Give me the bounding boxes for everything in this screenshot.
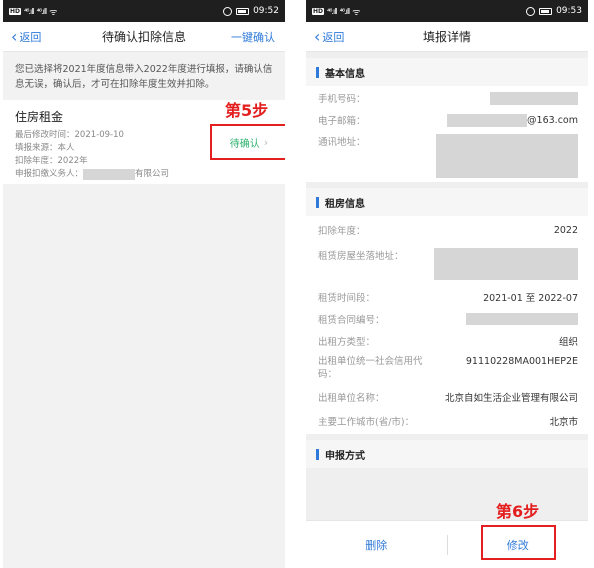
chevron-left-icon: ‹: [11, 27, 18, 46]
contract-row: 租赁合同编号：: [318, 308, 578, 330]
city-label: 主要工作城市(省/市)：: [318, 417, 415, 428]
card-row-withholder: 申报扣缴义务人： 有限公司: [15, 168, 273, 181]
page-title: 填报详情: [422, 30, 471, 44]
alarm-icon: [526, 6, 536, 16]
lessor-type-label: 出租方类型：: [318, 337, 376, 348]
location-row: 租赁房屋坐落地址：: [318, 244, 578, 286]
status-time: 09:52: [253, 6, 279, 16]
status-bar: HD ⁴⁶.ıll ⁴⁶.ıll ᯤ 09:52: [3, 0, 285, 22]
redacted-address: [436, 134, 578, 178]
hd-icon: HD: [312, 7, 325, 15]
redacted-email: [447, 113, 528, 127]
delete-button[interactable]: 删除: [306, 537, 447, 553]
rental-info-body: 扣除年度： 2022 租赁房屋坐落地址： 租赁时间段： 2021-01 至 20…: [306, 216, 588, 434]
city-value: 北京市: [549, 417, 578, 428]
right-phone-screen: HD ⁴⁶.ıll ⁴⁶.ıll ᯤ 09:53 ‹ 返回 填报详情 基本信息 …: [306, 0, 588, 568]
section-title: 申报方式: [325, 450, 365, 462]
nav-bar: ‹ 返回 填报详情: [306, 22, 588, 52]
year-row: 扣除年度： 2022: [318, 216, 578, 244]
section-title: 基本信息: [325, 68, 365, 80]
section-basic-info: 基本信息: [306, 58, 588, 86]
period-row: 租赁时间段： 2021-01 至 2022-07: [318, 286, 578, 308]
signal-icon: ⁴⁶.ıll: [327, 6, 338, 16]
address-label: 通讯地址：: [318, 137, 366, 148]
lessor-type-row: 出租方类型： 组织: [318, 330, 578, 352]
lessor-type-value: 组织: [558, 337, 578, 348]
hd-icon: HD: [9, 7, 22, 15]
withholder-label: 申报扣缴义务人：: [15, 169, 84, 179]
credit-code-label: 出租单位统一社会信用代码：: [318, 356, 423, 380]
left-phone-screen: HD ⁴⁶.ıll ⁴⁶.ıll ᯤ 09:52 ‹ 返回 待确认扣除信息 一键…: [3, 0, 285, 568]
section-rental-info: 租房信息: [306, 188, 588, 216]
credit-code-value: 91110228MA001HEP2E: [465, 356, 578, 367]
lessor-name-row: 出租单位名称： 北京自如生活企业管理有限公司: [318, 386, 578, 408]
battery-icon: [236, 7, 250, 15]
notice-text: 您已选择将2021年度信息带入2022年度进行填报，请确认信息无误，确认后，才可…: [3, 52, 285, 100]
redacted-block: [83, 169, 136, 180]
section-bar-icon: [316, 196, 319, 208]
signal-icon: ⁴⁶.ıll: [339, 6, 351, 16]
year-value: 2022: [553, 224, 578, 236]
pending-status-button[interactable]: 待确认 ›: [210, 124, 285, 160]
section-title: 租房信息: [325, 198, 365, 210]
lessor-name-value: 北京自如生活企业管理有限公司: [444, 393, 578, 404]
wifi-icon: ᯤ: [352, 7, 361, 18]
signal-icon: ⁴⁶.ıll: [24, 6, 35, 16]
year-label: 扣除年度：: [318, 226, 366, 237]
email-label: 电子邮箱：: [318, 116, 366, 127]
credit-code-row: 出租单位统一社会信用代码： 91110228MA001HEP2E: [318, 352, 578, 386]
chevron-left-icon: ‹: [314, 27, 321, 46]
redacted-location: [434, 248, 578, 280]
section-declare-method: 申报方式: [306, 440, 588, 468]
confirm-all-button[interactable]: 一键确认: [231, 22, 275, 52]
lessor-name-label: 出租单位名称：: [318, 393, 385, 404]
nav-bar: ‹ 返回 待确认扣除信息 一键确认: [3, 22, 285, 52]
phone-row: 手机号码：: [318, 86, 578, 110]
status-time: 09:53: [556, 6, 582, 16]
email-suffix: @163.com: [527, 114, 578, 126]
phone-label: 手机号码：: [318, 94, 366, 105]
section-bar-icon: [316, 448, 319, 460]
wifi-icon: ᯤ: [49, 7, 58, 18]
city-row: 主要工作城市(省/市)： 北京市: [318, 408, 578, 434]
location-label: 租赁房屋坐落地址：: [318, 251, 404, 262]
redacted-phone: [490, 91, 578, 105]
step-5-annotation: 第5步: [225, 101, 269, 120]
withholder-suffix: 有限公司: [135, 169, 170, 179]
alarm-icon: [223, 6, 233, 16]
email-row: 电子邮箱： @163.com: [318, 110, 578, 130]
redacted-contract: [466, 313, 578, 325]
chevron-right-icon: ›: [263, 135, 269, 149]
step-6-annotation: 第6步: [496, 502, 540, 521]
back-button[interactable]: ‹ 返回: [11, 22, 41, 52]
status-bar: HD ⁴⁶.ıll ⁴⁶.ıll ᯤ 09:53: [306, 0, 588, 22]
contract-label: 租赁合同编号：: [318, 315, 385, 326]
period-label: 租赁时间段：: [318, 293, 376, 304]
period-value: 2021-01 至 2022-07: [483, 293, 578, 304]
section-bar-icon: [316, 66, 319, 78]
back-button[interactable]: ‹ 返回: [314, 22, 344, 52]
pending-status-label: 待确认: [229, 138, 260, 150]
basic-info-body: 手机号码： 电子邮箱： @163.com 通讯地址：: [306, 86, 588, 182]
step-6-highlight: [481, 525, 556, 560]
battery-icon: [539, 7, 553, 15]
signal-icon: ⁴⁶.ıll: [36, 6, 48, 16]
back-label: 返回: [322, 31, 345, 44]
address-row: 通讯地址：: [318, 130, 578, 182]
back-label: 返回: [19, 31, 42, 44]
